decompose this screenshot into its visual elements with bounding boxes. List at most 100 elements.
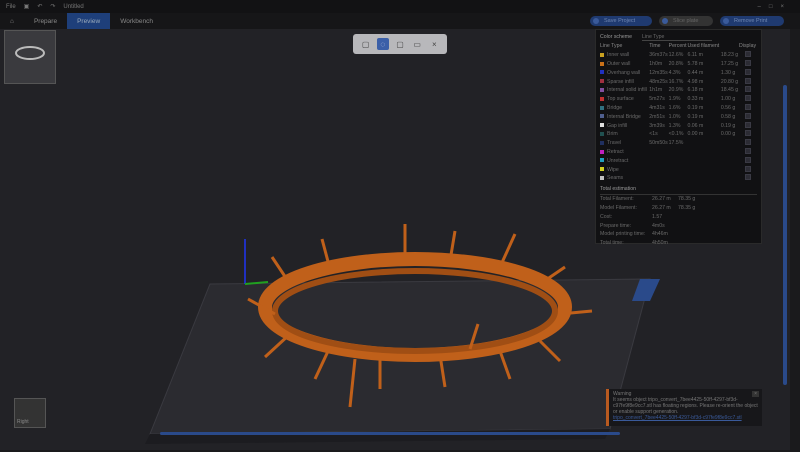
display-checkbox[interactable] [745, 147, 752, 154]
color-swatch [600, 70, 604, 75]
display-checkbox[interactable] [745, 112, 752, 119]
header: Display [739, 43, 757, 50]
length: 6.18 m [687, 87, 704, 94]
total-row: Total Filament: 26.27 m 78.35 g [600, 195, 757, 204]
tab-preview[interactable]: Preview [67, 13, 111, 29]
line-type-name: Brim [607, 131, 618, 138]
view-cube[interactable]: Right [14, 398, 46, 428]
total-value: 4m0s [652, 222, 665, 229]
save-project-button[interactable]: Save Project [590, 16, 652, 26]
color-swatch [600, 175, 604, 180]
warning-text: It seems object tripo_convert_7bee4425-5… [613, 397, 758, 415]
length: 0.19 m [687, 113, 704, 120]
display-checkbox[interactable] [745, 68, 752, 75]
layer-slider[interactable] [783, 85, 787, 385]
total-value: 4h50m [652, 240, 668, 247]
display-checkbox[interactable] [745, 121, 752, 128]
percent: 16.7% [668, 78, 684, 85]
total-value-2 [678, 221, 757, 230]
line-type-row: Unretract [600, 156, 757, 165]
weight: 0.19 g [720, 122, 736, 129]
length [687, 174, 720, 183]
line-type-row: Inner wall 36m37s 12.6% 6.11 m 18.23 g [600, 51, 757, 60]
undo-icon[interactable]: ↶ [37, 3, 42, 10]
color-swatch [600, 158, 604, 163]
totals-table: Total Filament: 26.27 m 78.35 g Model Filam… [600, 195, 757, 248]
display-checkbox[interactable] [745, 165, 752, 172]
close-icon[interactable]: × [752, 391, 759, 397]
color-swatch [600, 61, 604, 66]
display-checkbox[interactable] [745, 59, 752, 66]
time: 48m25s [649, 78, 668, 85]
header: Used filament [687, 43, 720, 50]
total-label: Total time: [600, 240, 624, 247]
line-type-name: Travel [607, 140, 622, 147]
length: 0.33 m [687, 96, 704, 103]
line-type-row: Gap infill 3m39s 1.3% 0.06 m 0.19 g [600, 121, 757, 130]
total-value-2 [678, 212, 757, 221]
total-estimation-title: Total estimation [600, 186, 757, 195]
display-checkbox[interactable] [745, 103, 752, 110]
save-icon[interactable]: ▣ [24, 3, 30, 10]
move-slider[interactable] [160, 432, 620, 435]
home-tab[interactable]: ⌂ [0, 13, 24, 29]
view-icon[interactable]: ▢ [360, 38, 372, 50]
display-checkbox[interactable] [745, 174, 752, 181]
total-label: Model printing time: [600, 231, 646, 238]
color-swatch [600, 167, 604, 172]
total-value: 1.57 [652, 213, 663, 220]
print-plate-button[interactable]: Remove Print [720, 16, 784, 26]
percent [669, 165, 688, 174]
warning-notification: Warning It seems object tripo_convert_7b… [606, 389, 762, 426]
line-type-row: Internal solid infill 1h1m 20.9% 6.18 m 18.4… [600, 86, 757, 95]
gcode-view-icon[interactable]: ◌ [376, 38, 389, 50]
display-checkbox[interactable] [745, 139, 752, 146]
line-type-name: Internal solid infill [607, 87, 647, 94]
project-name: Untitled [63, 3, 84, 10]
total-value-2 [678, 239, 757, 248]
legend-panel: Color scheme Line Type Line Type Time Perc… [595, 29, 762, 246]
close-icon[interactable]: × [428, 38, 440, 50]
warning-link[interactable]: tripo_convert_7bee4425-50ff-4297-bf3d-c9… [613, 415, 742, 421]
display-checkbox[interactable] [745, 86, 752, 93]
window-controls[interactable]: –□× [758, 4, 792, 10]
percent [669, 174, 688, 183]
total-row: Model Filament: 26.27 m 78.35 g [600, 204, 757, 213]
split-icon[interactable]: ▭ [411, 38, 423, 50]
color-swatch [600, 79, 604, 84]
percent: 4.3% [668, 69, 681, 76]
display-checkbox[interactable] [745, 130, 752, 137]
line-type-name: Top surface [607, 96, 634, 103]
redo-icon[interactable]: ↷ [50, 3, 55, 10]
layer-icon[interactable]: ▢ [394, 38, 406, 50]
color-swatch [600, 88, 604, 92]
display-checkbox[interactable] [745, 156, 752, 163]
display-checkbox[interactable] [745, 77, 752, 84]
time: 1h0m [649, 60, 663, 67]
percent [669, 156, 688, 165]
color-swatch [600, 114, 604, 119]
file-menu[interactable]: File [6, 4, 16, 10]
time [649, 165, 668, 174]
color-swatch [600, 96, 604, 101]
weight [721, 148, 739, 157]
time: 3m39s [649, 122, 665, 129]
slice-plate-button[interactable]: Slice plate [659, 16, 713, 26]
tab-workbench[interactable]: Workbench [110, 13, 163, 29]
display-checkbox[interactable] [745, 95, 752, 102]
time: 36m37s [649, 52, 668, 59]
weight: 20.80 g [720, 78, 739, 85]
tab-prepare[interactable]: Prepare [24, 13, 67, 29]
line-type-row: Brim <1s <0.1% 0.00 m 0.00 g [600, 130, 757, 139]
color-scheme-select[interactable]: Line Type [642, 34, 713, 41]
percent: 20.9% [668, 87, 684, 94]
header: Percent [668, 43, 687, 50]
length: 4.98 m [687, 78, 704, 85]
weight [721, 156, 739, 165]
header: Time [649, 43, 661, 50]
color-scheme-label: Color scheme [600, 34, 633, 40]
plate-thumbnail[interactable] [4, 30, 56, 84]
display-checkbox[interactable] [745, 51, 752, 58]
tab-label: Prepare [33, 17, 58, 25]
weight [721, 174, 739, 183]
